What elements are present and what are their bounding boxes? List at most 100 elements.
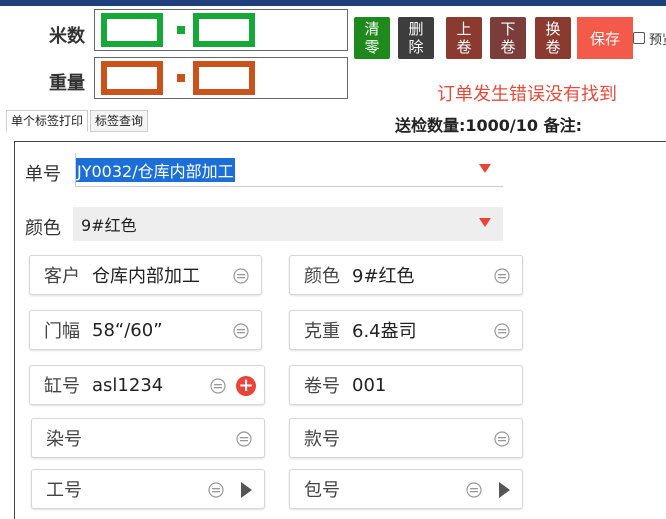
keyboard-icon[interactable] xyxy=(494,268,510,284)
lcd-decimal-point xyxy=(177,74,185,82)
roll-number-field[interactable]: 卷号 001 xyxy=(289,365,523,405)
roll-number-value: 001 xyxy=(352,374,387,396)
change-roll-line1: 换 xyxy=(545,20,561,38)
lcd-decimal-point xyxy=(177,26,185,34)
label-form-panel: 单号 JY0032/仓库内部加工 颜色 9#红色 客户 仓库内部加工 颜色 9#… xyxy=(14,141,666,519)
lcd-segment xyxy=(101,61,163,67)
keyboard-icon[interactable] xyxy=(233,323,249,339)
color-select-value: 9#红色 xyxy=(81,216,137,235)
gram-weight-field[interactable]: 克重 6.4盎司 xyxy=(289,310,523,350)
customer-label: 客户 xyxy=(44,266,80,287)
prev-roll-line1: 上 xyxy=(456,20,472,38)
vat-number-field[interactable]: 缸号 asl1234 + xyxy=(29,365,265,405)
gram-weight-label: 克重 xyxy=(304,321,340,342)
color-value: 9#红色 xyxy=(352,266,415,287)
lcd-segment xyxy=(193,89,255,95)
preview-checkbox[interactable]: 预览 xyxy=(633,17,666,59)
keyboard-icon[interactable] xyxy=(208,482,224,498)
color-field[interactable]: 颜色 9#红色 xyxy=(289,255,523,295)
lcd-segment xyxy=(193,13,199,30)
keyboard-icon[interactable] xyxy=(494,323,510,339)
weight-display xyxy=(94,57,348,99)
delete-button-line1: 删 xyxy=(408,20,424,38)
width-label: 门幅 xyxy=(44,321,80,342)
change-roll-line2: 卷 xyxy=(545,38,561,56)
lcd-segment xyxy=(157,13,163,30)
lcd-segment xyxy=(101,78,107,95)
chevron-down-icon[interactable] xyxy=(479,218,491,227)
chevron-down-icon[interactable] xyxy=(479,164,491,173)
clear-button[interactable]: 清 零 xyxy=(354,17,390,59)
error-message: 订单发生错误没有找到 xyxy=(437,84,617,105)
dye-number-label: 染号 xyxy=(46,429,82,450)
meter-label: 米数 xyxy=(49,26,85,47)
customer-field[interactable]: 客户 仓库内部加工 xyxy=(29,255,262,295)
vat-number-label: 缸号 xyxy=(44,376,80,397)
gram-weight-value: 6.4盎司 xyxy=(352,321,417,342)
order-number-select[interactable]: JY0032/仓库内部加工 xyxy=(75,153,503,187)
lcd-segment xyxy=(249,13,255,30)
next-roll-button[interactable]: 下 卷 xyxy=(490,17,526,59)
customer-value: 仓库内部加工 xyxy=(92,266,200,287)
style-number-label: 款号 xyxy=(304,429,340,450)
lcd-segment xyxy=(101,30,107,47)
clear-button-line1: 清 xyxy=(364,20,380,38)
color-select[interactable]: 9#红色 xyxy=(73,207,503,241)
add-icon[interactable]: + xyxy=(236,376,256,396)
lcd-segment xyxy=(193,13,255,19)
tab-single-label-print[interactable]: 单个标签打印 xyxy=(6,110,89,132)
clear-button-line2: 零 xyxy=(364,38,380,56)
lcd-segment xyxy=(193,61,199,78)
width-field[interactable]: 门幅 58“/60” xyxy=(29,310,262,350)
style-number-field[interactable]: 款号 xyxy=(289,418,523,458)
keyboard-icon[interactable] xyxy=(494,431,510,447)
keyboard-icon[interactable] xyxy=(210,378,226,394)
pack-number-field[interactable]: 包号 xyxy=(289,469,523,509)
width-value: 58“/60” xyxy=(92,319,163,341)
tab-label-query[interactable]: 标签查询 xyxy=(90,110,149,132)
lcd-segment xyxy=(101,13,107,30)
prev-roll-line2: 卷 xyxy=(456,38,472,56)
roll-number-label: 卷号 xyxy=(304,376,340,397)
lcd-segment xyxy=(193,30,199,47)
worker-number-field[interactable]: 工号 xyxy=(31,469,265,509)
delete-button[interactable]: 删 除 xyxy=(398,17,434,59)
order-number-label: 单号 xyxy=(25,164,61,185)
lcd-segment xyxy=(249,61,255,78)
keyboard-icon[interactable] xyxy=(233,268,249,284)
meter-lcd-digits xyxy=(101,13,255,47)
next-roll-line2: 卷 xyxy=(500,38,516,56)
next-roll-line1: 下 xyxy=(500,20,516,38)
pack-number-label: 包号 xyxy=(304,480,340,501)
preview-label: 预览 xyxy=(649,32,666,48)
meter-display xyxy=(94,9,348,51)
delete-button-line2: 除 xyxy=(408,38,424,56)
lcd-segment xyxy=(157,61,163,78)
lcd-segment xyxy=(101,89,163,95)
keyboard-icon[interactable] xyxy=(236,431,252,447)
lcd-segment xyxy=(193,78,199,95)
lcd-segment xyxy=(101,13,163,19)
prev-roll-button[interactable]: 上 卷 xyxy=(446,17,482,59)
save-button[interactable]: 保存 xyxy=(577,17,633,59)
color-label: 颜色 xyxy=(304,266,340,287)
lcd-segment xyxy=(101,61,107,78)
worker-number-label: 工号 xyxy=(46,480,82,501)
inspection-info: 送检数量:1000/10 备注: xyxy=(395,116,583,135)
preview-checkbox-box[interactable] xyxy=(633,32,645,44)
color-select-label: 颜色 xyxy=(25,218,61,239)
vat-number-value: asl1234 xyxy=(92,374,164,396)
play-arrow-icon[interactable] xyxy=(241,482,252,498)
lcd-segment xyxy=(101,41,163,47)
order-number-value: JY0032/仓库内部加工 xyxy=(76,157,235,182)
window-title-bar xyxy=(0,0,666,6)
change-roll-button[interactable]: 换 卷 xyxy=(535,17,571,59)
lcd-segment xyxy=(193,41,255,47)
weight-label: 重量 xyxy=(49,73,85,94)
dye-number-field[interactable]: 染号 xyxy=(31,418,265,458)
play-arrow-icon[interactable] xyxy=(499,482,510,498)
weight-lcd-digits xyxy=(101,61,255,95)
tab-bar: 单个标签打印 标签查询 xyxy=(6,110,150,132)
lcd-segment xyxy=(193,61,255,67)
keyboard-icon[interactable] xyxy=(466,482,482,498)
